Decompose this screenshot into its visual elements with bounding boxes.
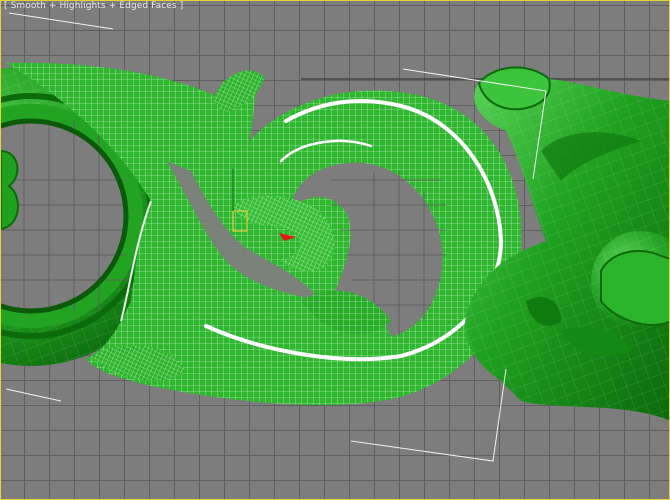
viewport-scene xyxy=(1,12,669,462)
perspective-viewport[interactable]: [ Smooth + Highlights + Edged Faces ] xyxy=(0,0,670,500)
